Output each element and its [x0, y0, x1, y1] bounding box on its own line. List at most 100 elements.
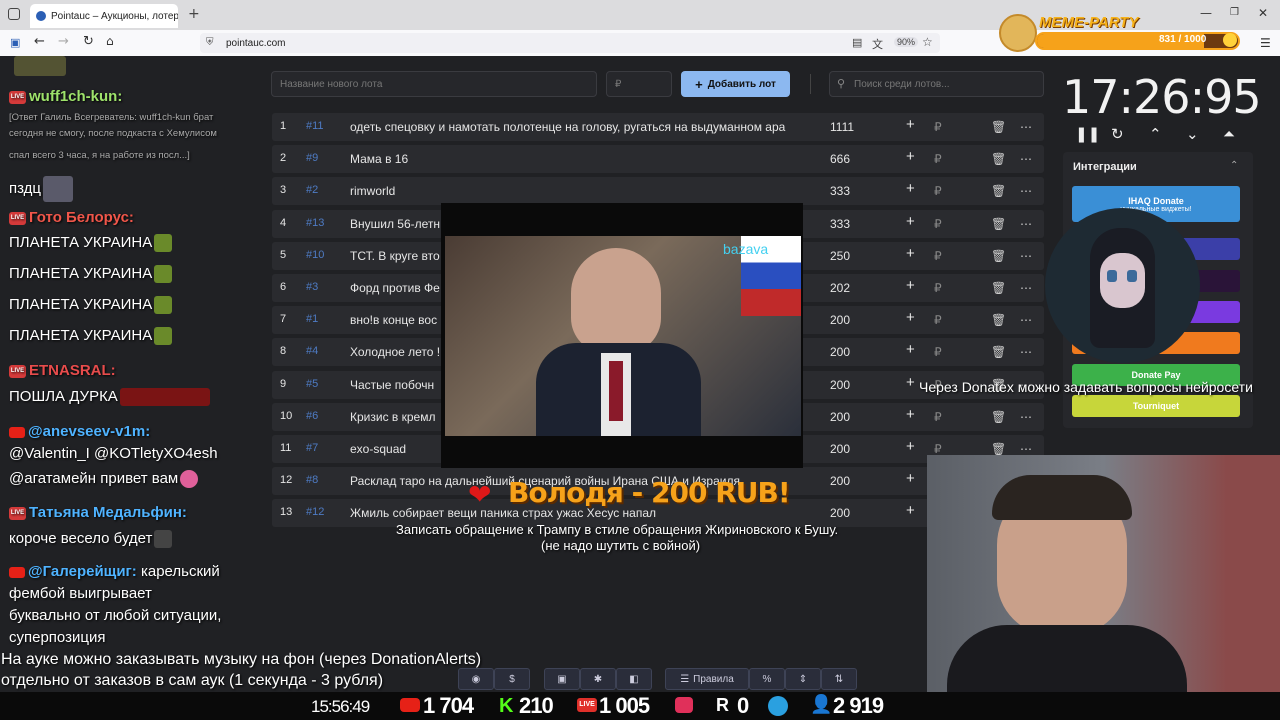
add-amount-icon[interactable]: +: [906, 374, 915, 391]
sticker-emote-icon: [154, 530, 173, 549]
lot-tag: #13: [306, 216, 325, 229]
bookmark-star-icon[interactable]: ☆: [922, 35, 933, 49]
chat-line: спал всего 3 часа, я на работе из посл..…: [9, 150, 190, 161]
add-amount-icon[interactable]: +: [906, 406, 915, 423]
more-options-icon[interactable]: ⋯: [1020, 442, 1033, 456]
pointauc-favicon-icon: [36, 11, 46, 21]
trash-icon[interactable]: 🗑: [991, 281, 1006, 295]
more-options-icon[interactable]: ⋯: [1020, 152, 1033, 166]
double-chevron-up-icon[interactable]: ⏶: [1223, 125, 1235, 143]
trash-icon[interactable]: 🗑: [991, 184, 1006, 198]
lot-amount: 666: [830, 152, 851, 167]
currency-icon[interactable]: ₽: [934, 184, 942, 198]
more-options-icon[interactable]: ⋯: [1020, 184, 1033, 198]
lot-tag: #8: [306, 474, 319, 487]
add-lot-button[interactable]: + Добавить лот: [681, 71, 790, 97]
add-amount-icon[interactable]: +: [906, 341, 915, 358]
currency-icon[interactable]: ₽: [934, 345, 942, 359]
trash-icon[interactable]: 🗑: [991, 410, 1006, 424]
more-options-icon[interactable]: ⋯: [1020, 281, 1033, 295]
back-icon[interactable]: ←: [34, 34, 45, 49]
chat-text: спал всего 3 часа, я на работе из посл..…: [9, 150, 190, 161]
browser-tab-pointauc[interactable]: Pointauc – Аукционы, лотереи ✕: [30, 4, 178, 28]
currency-icon[interactable]: ₽: [934, 152, 942, 166]
add-amount-icon[interactable]: +: [906, 116, 915, 133]
tab-list-icon[interactable]: [8, 8, 20, 20]
collapse-icon[interactable]: ⌃: [1230, 160, 1238, 171]
chat-text: фембой выигрывает: [9, 585, 152, 602]
chat-line: ПЛАНЕТА УКРАИНА: [9, 234, 173, 253]
add-amount-icon[interactable]: +: [906, 148, 915, 165]
lot-name[interactable]: Мама в 16: [350, 152, 802, 166]
more-options-icon[interactable]: ⋯: [1020, 345, 1033, 359]
percent-button[interactable]: %: [749, 668, 785, 690]
add-amount-icon[interactable]: +: [906, 180, 915, 197]
chevron-up-icon[interactable]: ⌃: [1149, 125, 1162, 143]
donate-button[interactable]: $: [494, 668, 530, 690]
bug-button[interactable]: ✱: [580, 668, 616, 690]
split-button[interactable]: ⇕: [785, 668, 821, 690]
trash-icon[interactable]: 🗑: [991, 217, 1006, 231]
lot-row[interactable]: 1 #11 одеть спецовку и намотать полотенце …: [272, 113, 1044, 141]
trash-icon[interactable]: 🗑: [991, 120, 1006, 134]
lot-tag: #4: [306, 345, 319, 358]
add-amount-icon[interactable]: +: [906, 438, 915, 455]
more-options-icon[interactable]: ⋯: [1020, 249, 1033, 263]
telegram-icon: [768, 696, 788, 716]
add-amount-icon[interactable]: +: [906, 245, 915, 262]
trash-icon[interactable]: 🗑: [991, 442, 1006, 456]
trash-icon[interactable]: 🗑: [991, 313, 1006, 327]
lot-amount: 200: [830, 377, 851, 392]
add-amount-icon[interactable]: +: [906, 309, 915, 326]
new-tab-button[interactable]: +: [188, 6, 200, 22]
add-amount-icon[interactable]: +: [906, 213, 915, 230]
new-lot-input[interactable]: Название нового лота: [271, 71, 597, 97]
currency-icon[interactable]: ₽: [934, 120, 942, 134]
lot-row[interactable]: 3 #2 rimworld 333 + ₽ 🗑 ⋯: [272, 177, 1044, 206]
sort-button[interactable]: ⇅: [821, 668, 857, 690]
rules-label: Правила: [693, 673, 734, 685]
currency-icon[interactable]: ₽: [934, 217, 942, 231]
currency-icon[interactable]: ₽: [934, 313, 942, 327]
rules-button[interactable]: ☰ Правила: [665, 668, 749, 690]
lot-name[interactable]: одеть спецовку и намотать полотенце на г…: [350, 120, 802, 134]
trash-icon[interactable]: 🗑: [991, 152, 1006, 166]
translate-icon[interactable]: 文: [872, 36, 883, 52]
more-options-icon[interactable]: ⋯: [1020, 120, 1033, 134]
sidebar-icon[interactable]: ▣: [10, 36, 20, 49]
currency-icon[interactable]: ₽: [934, 442, 942, 456]
tree-emote-icon: [154, 296, 173, 315]
theme-button[interactable]: ◧: [616, 668, 652, 690]
chevron-down-icon[interactable]: ⌄: [1186, 125, 1199, 143]
integration-button[interactable]: Tourniquet: [1072, 395, 1240, 417]
browser-menu-icon[interactable]: ☰: [1260, 36, 1271, 50]
add-amount-icon[interactable]: +: [906, 470, 915, 487]
window-close-icon[interactable]: ✕: [1258, 6, 1268, 20]
currency-icon[interactable]: ₽: [934, 249, 942, 263]
trash-icon[interactable]: 🗑: [991, 249, 1006, 263]
lot-search-input[interactable]: ⚲ Поиск среди лотов...: [829, 71, 1044, 97]
currency-icon[interactable]: ₽: [934, 410, 942, 424]
more-options-icon[interactable]: ⋯: [1020, 217, 1033, 231]
address-bar[interactable]: ⛨ pointauc.com ▤ 文 90% ☆: [200, 33, 940, 53]
trash-icon[interactable]: 🗑: [991, 345, 1006, 359]
more-options-icon[interactable]: ⋯: [1020, 410, 1033, 424]
currency-icon[interactable]: ₽: [934, 281, 942, 295]
lot-name[interactable]: rimworld: [350, 184, 802, 198]
add-amount-icon[interactable]: +: [906, 277, 915, 294]
add-amount-icon[interactable]: +: [906, 502, 915, 519]
pause-icon[interactable]: ❚❚: [1075, 125, 1100, 143]
meme-party-progress-track: [1035, 32, 1240, 50]
save-button[interactable]: ▣: [544, 668, 580, 690]
lot-row[interactable]: 2 #9 Мама в 16 666 + ₽ 🗑 ⋯: [272, 145, 1044, 174]
forward-icon[interactable]: →: [58, 34, 69, 49]
github-button[interactable]: ◉: [458, 668, 494, 690]
lot-amount: 200: [830, 474, 851, 489]
reader-icon[interactable]: ▤: [852, 36, 862, 49]
reload-icon[interactable]: ↻: [83, 34, 94, 49]
zoom-level[interactable]: 90%: [894, 37, 919, 47]
lot-amount-input[interactable]: ₽: [606, 71, 672, 97]
home-icon[interactable]: ⌂: [106, 34, 114, 48]
more-options-icon[interactable]: ⋯: [1020, 313, 1033, 327]
reset-icon[interactable]: ↻: [1111, 125, 1124, 143]
